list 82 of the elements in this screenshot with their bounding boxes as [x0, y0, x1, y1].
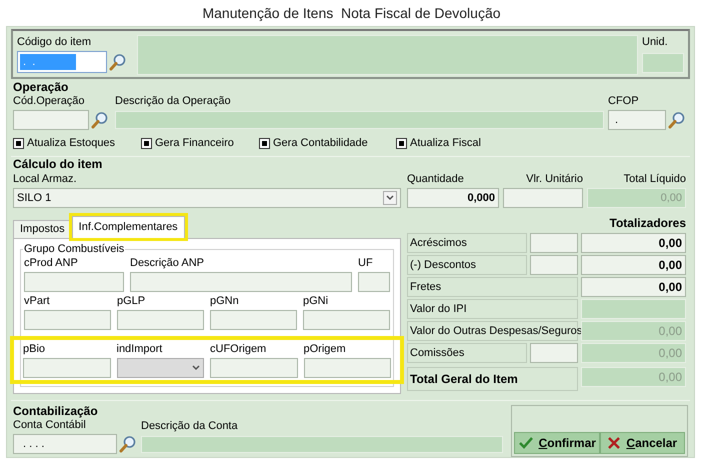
input-field[interactable] [210, 310, 297, 330]
rate-field[interactable] [530, 255, 578, 275]
checkbox-label: Gera Financeiro [155, 136, 234, 151]
total-value-field: 0,00 [581, 321, 686, 341]
section-title: Cálculo do item [13, 157, 104, 171]
select-field[interactable] [116, 358, 204, 378]
field-label: cProd ANP [24, 256, 79, 270]
input-field[interactable] [23, 358, 110, 378]
quantity-field[interactable]: 0,000 [407, 188, 499, 208]
field-label: Cód.Operação [13, 94, 86, 108]
cfop-field[interactable]: . [608, 110, 666, 130]
input-field[interactable] [210, 358, 298, 378]
total-value-field[interactable]: 0,00 [581, 255, 686, 275]
net-total-field: 0,00 [587, 188, 686, 208]
field-label: Local Armaz. [13, 172, 78, 186]
tab[interactable]: Impostos [13, 220, 72, 238]
total-value-field: 0,00 [581, 343, 686, 363]
rate-field[interactable] [530, 233, 578, 253]
field-label: cUFOrigem [210, 342, 268, 356]
location-select[interactable]: SILO 1 [13, 188, 401, 208]
field-label: pGNi [303, 294, 330, 308]
cancel-button[interactable]: Cancelar [600, 432, 685, 454]
input-field[interactable] [303, 310, 390, 330]
checkbox-label: Atualiza Fiscal [410, 136, 481, 151]
search-icon[interactable] [668, 111, 686, 129]
group-title: Grupo Combustíveis [23, 242, 126, 256]
total-label: Valor do IPI [407, 299, 578, 319]
field-label: pGLP [117, 294, 146, 308]
close-icon [607, 436, 622, 450]
field-label: Descrição da Conta [141, 419, 239, 433]
checkbox-label: Gera Contabilidade [273, 136, 368, 151]
field-label: Vlr. Unitário [525, 172, 583, 186]
field-label: Quantidade [407, 172, 465, 186]
checkbox[interactable] [141, 138, 152, 148]
search-icon[interactable] [109, 53, 127, 71]
input-field[interactable] [117, 310, 204, 330]
search-icon[interactable] [119, 435, 137, 453]
total-label: Total Geral do Item [407, 367, 578, 391]
field-label: Unid. [642, 35, 669, 49]
operation-code-field[interactable] [13, 110, 89, 130]
input-field[interactable] [24, 310, 111, 330]
total-label: Comissões [407, 343, 527, 363]
field-label: pBio [23, 342, 46, 356]
tab[interactable]: Inf.Complementares [72, 216, 185, 238]
field-label: Total Líquido [622, 172, 686, 186]
check-icon [518, 436, 534, 450]
field-label: vPart [24, 294, 51, 308]
input-field[interactable] [358, 272, 390, 292]
total-label: Fretes [407, 277, 578, 297]
unit-field [642, 53, 684, 73]
total-value-field[interactable]: 0,00 [581, 277, 686, 297]
unit-price-field[interactable] [503, 188, 583, 208]
total-value-field[interactable]: 0,00 [581, 233, 686, 253]
checkbox[interactable] [13, 138, 24, 148]
total-label: (-) Descontos [407, 255, 527, 275]
total-value-field: 0,00 [581, 367, 686, 387]
confirm-button[interactable]: Confirmar [514, 432, 600, 454]
field-label: CFOP [608, 94, 640, 108]
window-title: Manutenção de Itens Nota Fiscal de Devolução [201, 4, 502, 23]
field-label: indImport [116, 342, 164, 356]
field-label: UF [358, 256, 374, 270]
input-field[interactable] [130, 272, 352, 292]
search-icon[interactable] [91, 111, 109, 129]
rate-field[interactable] [530, 343, 578, 363]
total-label: Acréscimos [407, 233, 527, 253]
checkbox[interactable] [259, 138, 270, 148]
field-label: Descrição ANP [130, 256, 205, 270]
input-field[interactable] [24, 272, 124, 292]
caret-icon [192, 365, 200, 371]
section-title: Totalizadores [608, 216, 686, 230]
account-field[interactable]: . . . . [13, 434, 117, 454]
checkbox[interactable] [396, 138, 407, 148]
field-label: Código do item [17, 35, 92, 49]
section-title: Contabilização [13, 404, 99, 418]
caret-icon [386, 195, 394, 201]
field-label: pOrigem [304, 342, 347, 356]
field-label: Conta Contábil [13, 418, 87, 432]
input-field[interactable] [304, 358, 391, 378]
field-label: Descrição da Operação [115, 94, 232, 108]
field-label: pGNn [210, 294, 240, 308]
checkbox-label: Atualiza Estoques [27, 136, 116, 151]
section-title: Operação [13, 80, 70, 94]
